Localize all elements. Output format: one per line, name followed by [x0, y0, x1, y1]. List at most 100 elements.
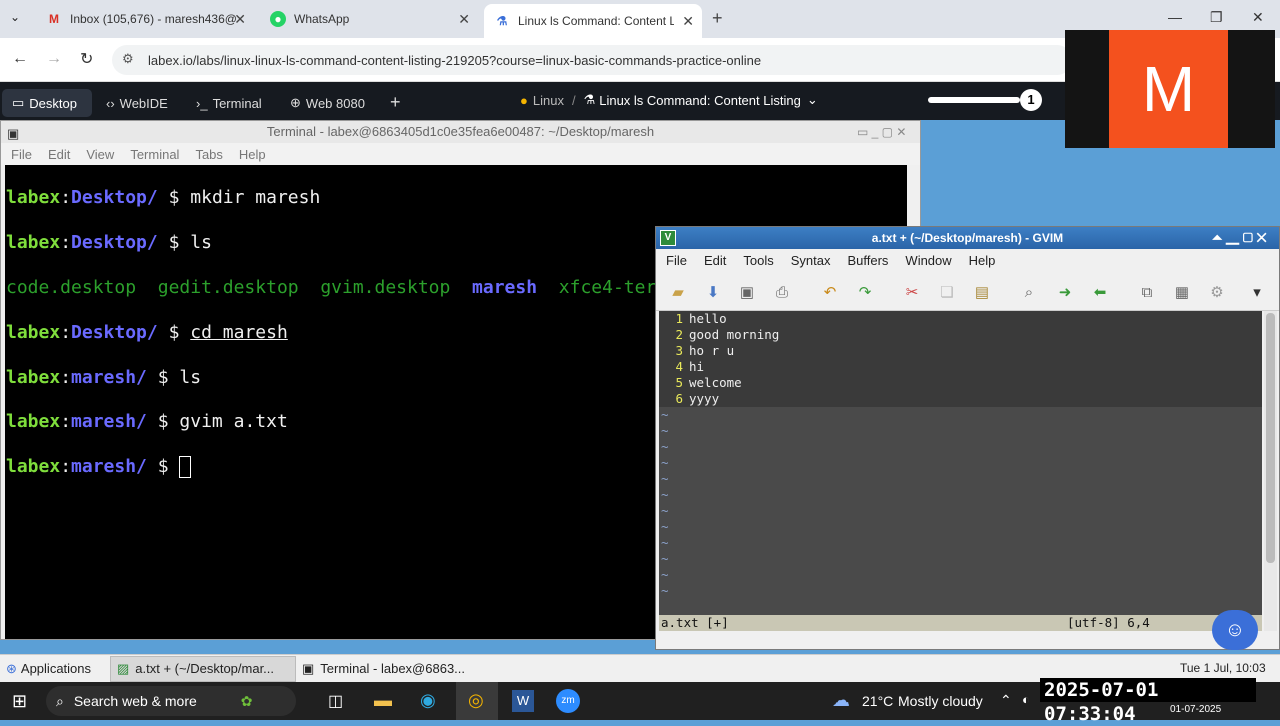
chrome-taskbar-active[interactable]: ◎: [456, 682, 498, 720]
breadcrumb-root[interactable]: Linux: [533, 93, 564, 108]
tray-icon[interactable]: ◐: [1022, 692, 1030, 707]
open-folder-icon[interactable]: ▰: [669, 283, 687, 301]
cut-icon[interactable]: ✂: [903, 283, 921, 301]
word-icon[interactable]: W: [512, 690, 534, 712]
menu-tabs[interactable]: Tabs: [195, 147, 222, 162]
close-tab-icon[interactable]: ✕: [682, 13, 694, 30]
menu-terminal[interactable]: Terminal: [130, 147, 179, 162]
scrollbar-thumb[interactable]: [1266, 313, 1275, 563]
close-window-icon[interactable]: ✕: [1252, 9, 1264, 26]
status-position: [utf-8] 6,4: [1067, 615, 1150, 630]
chevron-down-icon[interactable]: ⌄: [807, 92, 818, 108]
progress-slider[interactable]: [928, 97, 1020, 103]
menu-view[interactable]: View: [86, 147, 114, 162]
forward-arrow-icon[interactable]: →: [46, 50, 62, 68]
run-script-icon[interactable]: ▦: [1173, 283, 1191, 301]
panel-clock[interactable]: Tue 1 Jul, 10:03: [1180, 661, 1266, 675]
taskbar-date[interactable]: 01-07-2025: [1170, 704, 1221, 715]
terminal-titlebar[interactable]: ▣ Terminal - labex@6863405d1c0e35fea6e00…: [1, 121, 920, 143]
chevron-up-icon[interactable]: ⌃: [1000, 692, 1012, 709]
minimize-icon[interactable]: —: [1168, 9, 1182, 25]
copy-icon[interactable]: ❏: [938, 283, 956, 301]
menu-edit[interactable]: Edit: [704, 253, 726, 268]
file-explorer-icon[interactable]: ▬: [374, 690, 392, 711]
restore-icon[interactable]: ❐: [1210, 9, 1223, 26]
menu-file[interactable]: File: [11, 147, 32, 162]
session-icon[interactable]: ⧉: [1138, 283, 1156, 301]
tab-list-chevron-icon[interactable]: ⌄: [10, 10, 20, 24]
task-view-icon[interactable]: ◫: [328, 691, 343, 711]
tilde-line: ~: [661, 519, 669, 534]
status-filename: a.txt [+]: [661, 615, 729, 630]
find-prev-icon[interactable]: ⬅: [1091, 283, 1109, 301]
weather-desc[interactable]: Mostly cloudy: [898, 693, 983, 709]
new-tab-button[interactable]: +: [712, 8, 723, 29]
breadcrumb-separator: /: [571, 92, 576, 108]
menu-syntax[interactable]: Syntax: [791, 253, 831, 268]
site-settings-icon[interactable]: ⚙: [122, 51, 134, 67]
weather-temp[interactable]: 21°C: [862, 693, 893, 709]
tab-whatsapp[interactable]: ● WhatsApp ✕: [260, 4, 478, 34]
url-input[interactable]: ⚙ labex.io/labs/linux-linux-ls-command-c…: [112, 45, 1072, 75]
menu-edit[interactable]: Edit: [48, 147, 70, 162]
breadcrumb: ● Linux / ⚗ Linux ls Command: Content Li…: [520, 92, 818, 108]
menu-buffers[interactable]: Buffers: [847, 253, 888, 268]
redo-icon[interactable]: ↷: [856, 283, 874, 301]
editor-line: 2 good morning: [659, 327, 1262, 343]
gvim-text-area[interactable]: 1 hello 2 good morning 3 ho r u 4 hi 5 welcom…: [659, 311, 1262, 615]
taskbar-search[interactable]: ⌕ Search web & more ✿: [46, 686, 296, 716]
applications-menu[interactable]: ⊛ Applications: [0, 656, 110, 682]
weather-cloud-icon[interactable]: ☁: [832, 690, 850, 711]
tab-terminal[interactable]: ›_ Terminal: [186, 89, 276, 117]
print-icon[interactable]: ⎙: [773, 283, 791, 301]
menu-help[interactable]: Help: [239, 147, 266, 162]
taskbar-item-gvim[interactable]: ▨ a.txt + (~/Desktop/mar...: [110, 655, 296, 682]
windows-start-icon[interactable]: ⊞: [12, 691, 27, 712]
code-icon: ‹›: [106, 95, 115, 111]
window-title: a.txt + (~/Desktop/maresh) - GVIM: [871, 231, 1064, 245]
undo-icon[interactable]: ↶: [821, 283, 839, 301]
chevron-down-icon[interactable]: ▾: [1248, 283, 1266, 301]
tab-gmail[interactable]: M Inbox (105,676) - maresh436@ ✕: [36, 4, 254, 34]
save-icon[interactable]: ▣: [738, 283, 756, 301]
close-tab-icon[interactable]: ✕: [234, 11, 246, 28]
window-controls-icon[interactable]: ⏶ ▁ ▢ ✕: [1212, 227, 1267, 249]
zoom-icon[interactable]: zm: [556, 689, 580, 713]
menu-help[interactable]: Help: [969, 253, 996, 268]
reload-icon[interactable]: ↻: [80, 49, 93, 69]
paste-icon[interactable]: ▤: [973, 283, 991, 301]
assistant-bot-icon[interactable]: ☺: [1212, 610, 1258, 650]
breadcrumb-title[interactable]: Linux ls Command: Content Listing: [599, 93, 801, 108]
menu-tools[interactable]: Tools: [743, 253, 773, 268]
chrome-icon: ◎: [468, 690, 484, 710]
timestamp-overlay: 2025-07-01 07:33:04: [1040, 678, 1256, 725]
tab-webide[interactable]: ‹› WebIDE: [96, 89, 182, 117]
tab-desktop[interactable]: ▭ Desktop: [2, 89, 92, 117]
tab-labex[interactable]: ⚗ Linux ls Command: Content Listi ✕: [484, 4, 702, 38]
menu-file[interactable]: File: [666, 253, 687, 268]
close-tab-icon[interactable]: ✕: [458, 11, 470, 28]
tilde-line: ~: [661, 407, 669, 422]
find-icon[interactable]: ⌕: [1020, 283, 1038, 301]
taskbar-item-terminal[interactable]: ▣ Terminal - labex@6863...: [296, 656, 482, 682]
search-placeholder: Search web & more: [73, 693, 197, 709]
edge-icon[interactable]: ◉: [420, 690, 436, 711]
add-tab-button[interactable]: +: [390, 92, 401, 113]
make-icon[interactable]: ⚙: [1208, 283, 1226, 301]
find-next-icon[interactable]: ➜: [1056, 283, 1074, 301]
download-icon[interactable]: ⬇: [704, 283, 722, 301]
menu-window[interactable]: Window: [905, 253, 951, 268]
editor-line: 1 hello: [659, 311, 1262, 327]
gvim-scrollbar[interactable]: [1264, 311, 1277, 631]
terminal-cursor: [179, 456, 192, 479]
gvim-titlebar[interactable]: V a.txt + (~/Desktop/maresh) - GVIM ⏶ ▁ …: [656, 227, 1279, 249]
window-controls-icon[interactable]: ▭ _ ▢ ✕: [857, 121, 906, 143]
url-text: labex.io/labs/linux-linux-ls-command-con…: [148, 52, 762, 68]
terminal-prompt-icon: ›_: [196, 95, 208, 111]
plant-icon: ✿: [240, 692, 253, 709]
tab-web-8080[interactable]: ⊕ Web 8080: [280, 89, 380, 117]
gvim-window[interactable]: V a.txt + (~/Desktop/maresh) - GVIM ⏶ ▁ …: [655, 226, 1280, 650]
globe-icon: ⊕: [290, 95, 301, 110]
back-arrow-icon[interactable]: ←: [12, 50, 28, 68]
editor-line: 3 ho r u: [659, 343, 1262, 359]
